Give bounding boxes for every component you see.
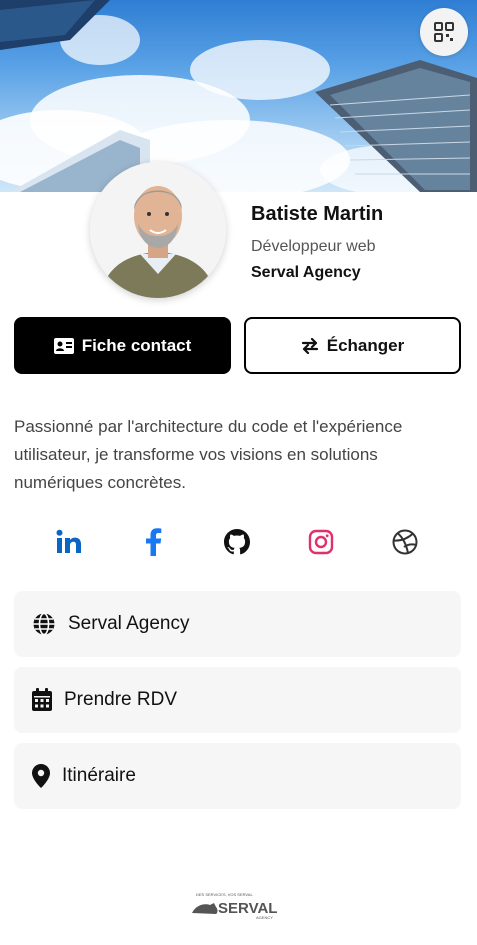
linkedin-icon[interactable] (53, 526, 85, 558)
profile-name: Batiste Martin (251, 203, 384, 225)
globe-icon (33, 612, 55, 636)
dribbble-icon[interactable] (389, 526, 421, 558)
instagram-icon[interactable] (305, 526, 337, 558)
appointment-link-label: Prendre RDV (64, 689, 177, 710)
cover-skyline (0, 0, 477, 192)
id-card-icon (53, 337, 74, 354)
svg-text:DES SERVICES, VOS SERVAL: DES SERVICES, VOS SERVAL (196, 892, 253, 897)
contact-card-label: Fiche contact (81, 335, 192, 355)
cover-image (0, 0, 477, 192)
github-icon[interactable] (221, 526, 253, 558)
avatar-photo (90, 162, 226, 298)
appointment-link[interactable]: Prendre RDV (14, 667, 461, 733)
exchange-label: Échanger (326, 335, 405, 355)
directions-link[interactable]: Itinéraire (14, 743, 461, 809)
qr-code-icon (434, 22, 454, 42)
exchange-button[interactable]: Échanger (244, 317, 461, 374)
facebook-icon[interactable] (137, 526, 169, 558)
serval-agency-logo: DES SERVICES, VOS SERVAL SERVAL AGENCY (190, 889, 286, 921)
contact-card-button[interactable]: Fiche contact (14, 317, 231, 374)
map-pin-icon (32, 764, 50, 788)
directions-link-label: Itinéraire (62, 765, 136, 786)
profile-company: Serval Agency (251, 264, 361, 281)
svg-text:AGENCY: AGENCY (256, 915, 273, 920)
calendar-icon (32, 688, 52, 711)
website-link-label: Serval Agency (68, 613, 190, 634)
qr-code-button[interactable] (420, 8, 468, 56)
profile-bio: Passionné par l'architecture du code et … (14, 417, 403, 492)
exchange-arrows-icon (301, 337, 318, 354)
website-link[interactable]: Serval Agency (14, 591, 461, 657)
avatar (90, 162, 226, 298)
profile-role: Développeur web (251, 238, 376, 255)
social-links (0, 522, 477, 562)
